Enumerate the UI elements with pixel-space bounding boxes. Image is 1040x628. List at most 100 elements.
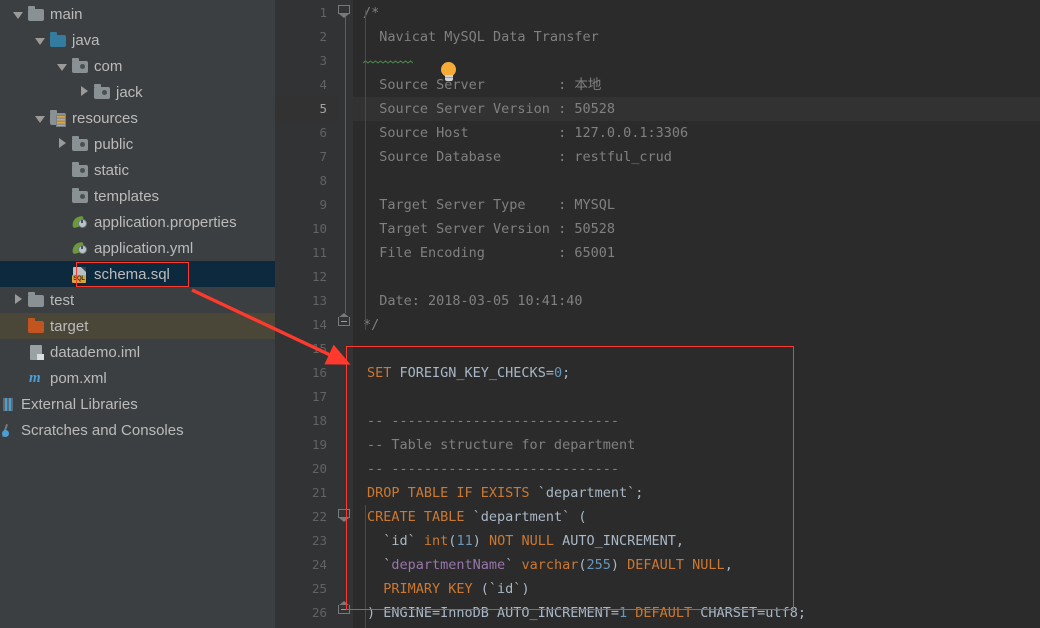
line-number: 1 (319, 5, 327, 20)
folder-icon (28, 292, 45, 309)
source-folder-icon (50, 32, 67, 49)
code-folding-gutter[interactable] (337, 0, 353, 628)
tree-label: jack (116, 83, 143, 101)
spacer-icon (56, 164, 69, 177)
code-line: -- Table structure for department (367, 437, 636, 453)
tree-label: target (50, 317, 89, 335)
chevron-right-icon[interactable] (56, 137, 69, 151)
code-line-set-foreign-key: SET FOREIGN_KEY_CHECKS=0; (367, 365, 571, 381)
chevron-right-icon[interactable] (12, 293, 25, 307)
line-number: 12 (311, 269, 327, 284)
sidebar-item-application-properties[interactable]: application.properties (0, 209, 275, 235)
code-line-create-table: CREATE TABLE `department` ( (367, 509, 587, 525)
sidebar-item-scratches-and-consoles[interactable]: Scratches and Consoles (0, 417, 275, 443)
sidebar-item-target[interactable]: target (0, 313, 275, 339)
tree-label: test (50, 291, 75, 309)
sidebar-item-test[interactable]: test (0, 287, 275, 313)
code-editor[interactable]: 1 2 3 4 5 6 7 8 9 10 11 12 13 14 15 16 1… (275, 0, 1040, 628)
fold-toggle-create-table-start[interactable] (338, 509, 351, 522)
line-number: 23 (311, 533, 327, 548)
fold-toggle-comment-end[interactable] (338, 313, 351, 330)
tree-label: com (94, 57, 123, 75)
line-number: 18 (311, 413, 327, 428)
tree-label: java (72, 31, 100, 49)
sidebar-item-schema-sql[interactable]: SQL schema.sql (0, 261, 275, 287)
line-number: 26 (311, 605, 327, 620)
sidebar-item-static[interactable]: static (0, 157, 275, 183)
sidebar-item-external-libraries[interactable]: External Libraries (0, 391, 275, 417)
spacer-icon (12, 372, 25, 385)
spacer-icon (56, 268, 69, 281)
sidebar-item-datademo-iml[interactable]: datademo.iml (0, 339, 275, 365)
project-tree-panel[interactable]: main java com jack resources public stat… (0, 0, 275, 628)
tree-label: schema.sql (94, 265, 170, 283)
sidebar-item-templates[interactable]: templates (0, 183, 275, 209)
code-line-column-departmentname: `departmentName` varchar(255) DEFAULT NU… (367, 557, 733, 573)
line-number: 2 (319, 29, 327, 44)
chevron-down-icon[interactable] (34, 112, 47, 125)
tree-label: External Libraries (21, 395, 138, 413)
spacer-icon (56, 242, 69, 255)
folder-icon (28, 6, 45, 23)
code-line: /* (363, 5, 380, 21)
sidebar-item-com[interactable]: com (0, 53, 275, 79)
code-text-area[interactable]: /* Navicat MySQL Data Transfer Source Se… (353, 0, 1040, 628)
line-number: 15 (311, 341, 327, 356)
tree-label: main (50, 5, 83, 23)
sidebar-item-pom-xml[interactable]: m pom.xml (0, 365, 275, 391)
line-number: 20 (311, 461, 327, 476)
fold-toggle-create-table-end[interactable] (338, 601, 351, 618)
package-icon (72, 162, 89, 179)
sidebar-item-resources[interactable]: resources (0, 105, 275, 131)
code-line: -- ---------------------------- (367, 461, 619, 477)
code-line: Date: 2018-03-05 10:41:40 (363, 293, 583, 309)
line-number: 19 (311, 437, 327, 452)
sql-file-icon: SQL (72, 266, 89, 283)
line-number: 21 (311, 485, 327, 500)
line-number-current: 5 (319, 101, 327, 116)
chevron-down-icon[interactable] (34, 34, 47, 47)
indent-guide (365, 505, 366, 628)
spacer-icon (12, 320, 25, 333)
tree-label: static (94, 161, 130, 179)
sidebar-item-java[interactable]: java (0, 27, 275, 53)
fold-toggle-comment-start[interactable] (338, 5, 351, 18)
code-line-engine: ) ENGINE=InnoDB AUTO_INCREMENT=1 DEFAULT… (367, 605, 806, 621)
code-line: Target Server Version : 50528 (363, 221, 615, 237)
line-number: 10 (311, 221, 327, 236)
package-icon (94, 84, 111, 101)
line-number: 8 (319, 173, 327, 188)
sidebar-item-application-yml[interactable]: application.yml (0, 235, 275, 261)
package-icon (72, 58, 89, 75)
line-number: 25 (311, 581, 327, 596)
line-number: 3 (319, 53, 327, 68)
chevron-down-icon[interactable] (56, 60, 69, 73)
code-line: Source Host : 127.0.0.1:3306 (363, 125, 689, 141)
code-line: Navicat MySQL Data Transfer (353, 25, 1040, 64)
sidebar-item-public[interactable]: public (0, 131, 275, 157)
chevron-right-icon[interactable] (78, 85, 91, 99)
sidebar-item-jack[interactable]: jack (0, 79, 275, 105)
intention-lightbulb-icon[interactable] (438, 62, 459, 84)
spellcheck-squiggle (363, 60, 413, 64)
maven-icon: m (29, 369, 41, 386)
spring-boot-icon (71, 240, 89, 257)
spacer-icon (12, 346, 25, 359)
sidebar-item-main[interactable]: main (0, 1, 275, 27)
code-line: Source Database : restful_crud (363, 149, 672, 165)
chevron-down-icon[interactable] (12, 8, 25, 21)
line-number: 6 (319, 125, 327, 140)
code-line: Target Server Type : MYSQL (363, 197, 615, 213)
code-line-column-id: `id` int(11) NOT NULL AUTO_INCREMENT, (367, 533, 685, 549)
spring-boot-icon (71, 214, 89, 231)
resources-folder-icon (50, 110, 67, 127)
line-number: 14 (311, 317, 327, 332)
line-number: 13 (311, 293, 327, 308)
line-number-gutter: 1 2 3 4 5 6 7 8 9 10 11 12 13 14 15 16 1… (275, 0, 337, 628)
package-icon (72, 136, 89, 153)
tree-label: application.yml (94, 239, 194, 257)
